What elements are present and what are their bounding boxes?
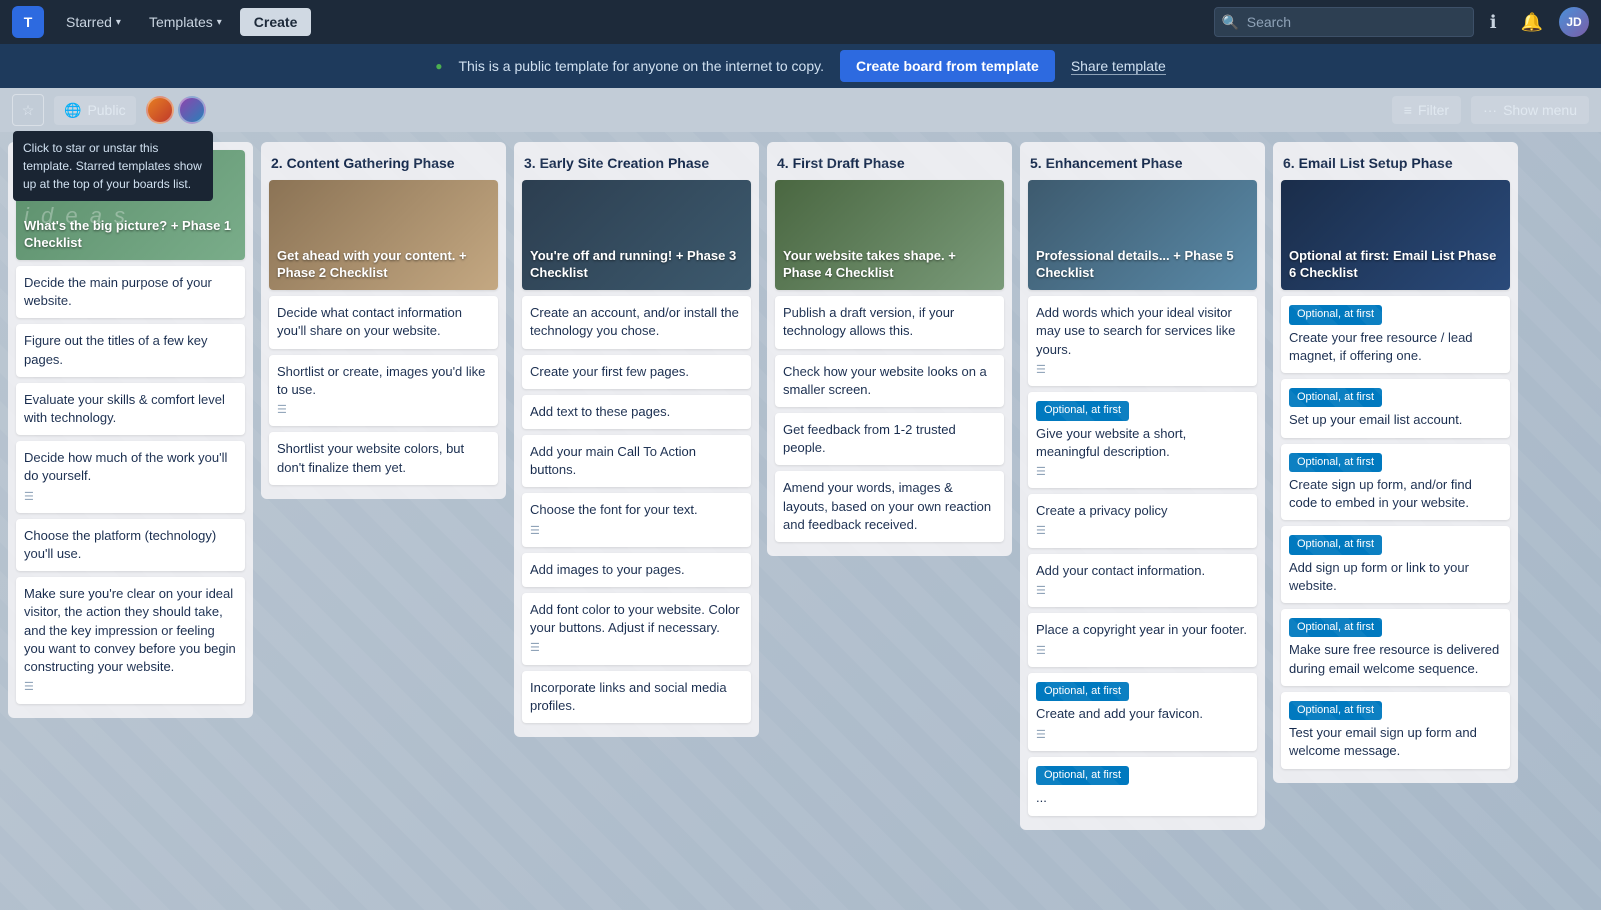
card-hero-title: Your website takes shape. + Phase 4 Chec… bbox=[783, 248, 996, 282]
avatar[interactable]: JD bbox=[1559, 7, 1589, 37]
star-tooltip: Click to star or unstar this template. S… bbox=[13, 131, 213, 201]
card-hero-title: Professional details... + Phase 5 Checkl… bbox=[1036, 248, 1249, 282]
search-input[interactable] bbox=[1214, 7, 1474, 37]
card-hero-image: Get ahead with your content. + Phase 2 C… bbox=[269, 180, 498, 290]
list-item[interactable]: You're off and running! + Phase 3 Checkl… bbox=[522, 180, 751, 290]
templates-label: Templates bbox=[149, 14, 213, 30]
share-template-link[interactable]: Share template bbox=[1071, 58, 1166, 75]
app-logo[interactable]: T bbox=[12, 6, 44, 38]
list-item[interactable]: Get ahead with your content. + Phase 2 C… bbox=[269, 180, 498, 290]
template-banner: ● This is a public template for anyone o… bbox=[0, 44, 1601, 88]
create-board-from-template-button[interactable]: Create board from template bbox=[840, 50, 1055, 82]
filter-button[interactable]: ≡ Filter bbox=[1392, 96, 1461, 124]
info-button[interactable]: ℹ bbox=[1482, 8, 1505, 37]
star-button[interactable]: ☆ Click to star or unstar this template.… bbox=[12, 94, 44, 126]
visibility-button[interactable]: 🌐 Public bbox=[54, 96, 136, 125]
card-hero-image: You're off and running! + Phase 3 Checkl… bbox=[522, 180, 751, 290]
ideas-text: i d e a s bbox=[24, 201, 128, 232]
filter-label: Filter bbox=[1418, 102, 1449, 118]
starred-label: Starred bbox=[66, 14, 112, 30]
templates-chevron-icon: ▾ bbox=[217, 17, 222, 28]
show-menu-button[interactable]: ··· Show menu bbox=[1471, 96, 1589, 124]
board-members bbox=[146, 96, 206, 124]
banner-message: This is a public template for anyone on … bbox=[458, 58, 824, 74]
card-hero-image: Optional at first: Email List Phase 6 Ch… bbox=[1281, 180, 1510, 290]
starred-nav-button[interactable]: Starred ▾ bbox=[56, 8, 131, 36]
card-hero-title: Get ahead with your content. + Phase 2 C… bbox=[277, 248, 490, 282]
star-icon: ☆ bbox=[22, 102, 35, 119]
banner-dot: ● bbox=[435, 59, 442, 73]
visibility-icon: 🌐 bbox=[64, 102, 81, 119]
member-avatar-1[interactable] bbox=[146, 96, 174, 124]
card-hero-image: Professional details... + Phase 5 Checkl… bbox=[1028, 180, 1257, 290]
menu-dots-icon: ··· bbox=[1483, 102, 1497, 118]
list-item[interactable]: Your website takes shape. + Phase 4 Chec… bbox=[775, 180, 1004, 290]
card-hero-title: You're off and running! + Phase 3 Checkl… bbox=[530, 248, 743, 282]
visibility-label: Public bbox=[87, 102, 125, 118]
notifications-button[interactable]: 🔔 bbox=[1513, 8, 1551, 37]
list-item[interactable]: Optional at first: Email List Phase 6 Ch… bbox=[1281, 180, 1510, 290]
top-nav: T Starred ▾ Templates ▾ Create 🔍 ℹ 🔔 JD bbox=[0, 0, 1601, 44]
filter-icon: ≡ bbox=[1404, 102, 1412, 118]
member-avatar-2[interactable] bbox=[178, 96, 206, 124]
starred-chevron-icon: ▾ bbox=[116, 17, 121, 28]
list-item[interactable]: Professional details... + Phase 5 Checkl… bbox=[1028, 180, 1257, 290]
card-hero-title: Optional at first: Email List Phase 6 Ch… bbox=[1289, 248, 1502, 282]
card-hero-image: Your website takes shape. + Phase 4 Chec… bbox=[775, 180, 1004, 290]
templates-nav-button[interactable]: Templates ▾ bbox=[139, 8, 232, 36]
search-wrapper: 🔍 bbox=[1214, 7, 1474, 37]
board-header: ☆ Click to star or unstar this template.… bbox=[0, 88, 1601, 132]
show-menu-label: Show menu bbox=[1503, 102, 1577, 118]
create-button[interactable]: Create bbox=[240, 8, 312, 36]
